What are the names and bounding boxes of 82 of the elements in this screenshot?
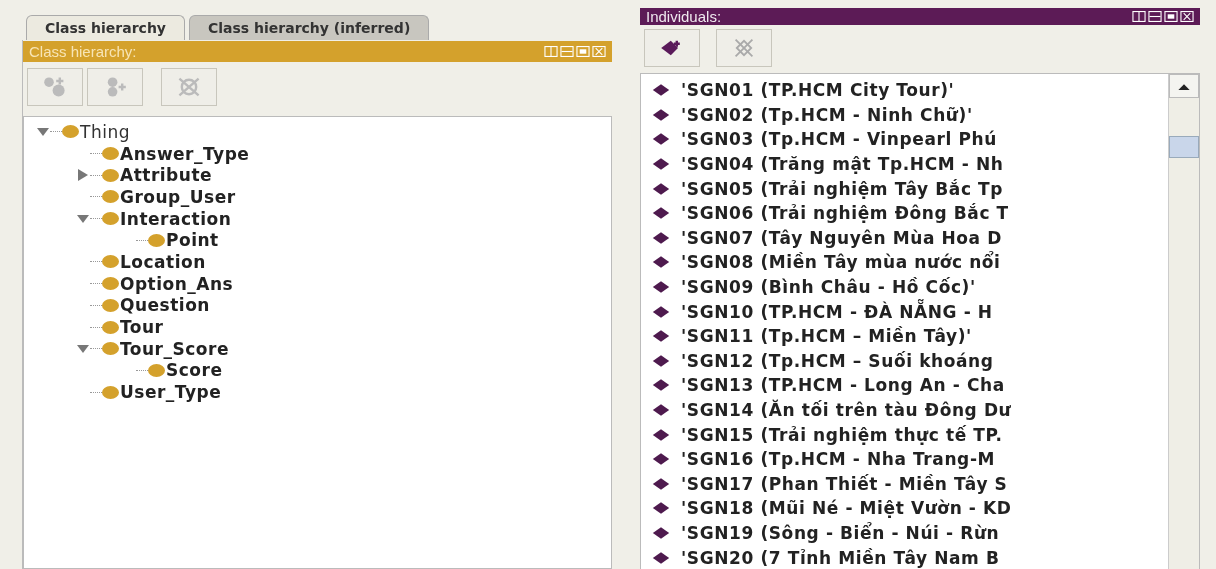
individual-label[interactable]: 'SGN11 (Tp.HCM – Miền Tây)' <box>681 326 972 347</box>
individual-icon <box>651 550 671 565</box>
scroll-up-button[interactable] <box>1169 74 1199 98</box>
class-icon <box>148 363 165 377</box>
collapse-arrow-icon[interactable] <box>36 125 50 138</box>
individual-label[interactable]: 'SGN08 (Miền Tây mùa nước nổi <box>681 252 1001 273</box>
class-icon <box>102 342 119 356</box>
individual-icon <box>651 255 671 270</box>
individual-icon <box>651 206 671 221</box>
class-label[interactable]: Tour <box>119 317 164 338</box>
individual-label[interactable]: 'SGN16 (Tp.HCM - Nha Trang-M <box>681 449 996 470</box>
individual-label[interactable]: 'SGN18 (Mũi Né - Miệt Vườn - KD <box>681 498 1012 519</box>
class-label[interactable]: Tour_Score <box>119 338 229 359</box>
individual-label[interactable]: 'SGN03 (Tp.HCM - Vinpearl Phú <box>681 129 997 150</box>
individual-icon <box>651 353 671 368</box>
class-icon <box>102 255 119 269</box>
class-label[interactable]: Question <box>119 295 210 316</box>
class-label[interactable]: Point <box>165 230 219 251</box>
class-icon <box>102 190 119 204</box>
individual-label[interactable]: 'SGN05 (Trải nghiệm Tây Bắc Tp <box>681 178 1004 199</box>
tab[interactable]: Class hierarchy (inferred) <box>188 15 430 40</box>
maximize-icon[interactable] <box>1164 11 1178 22</box>
tab[interactable]: Class hierarchy <box>26 15 185 40</box>
individual-label[interactable]: 'SGN19 (Sông - Biển - Núi - Rừn <box>681 523 1000 543</box>
scroll-thumb[interactable] <box>1169 136 1199 158</box>
individual-icon <box>651 107 671 122</box>
individual-label[interactable]: 'SGN12 (Tp.HCM – Suối khoáng <box>681 350 994 371</box>
individual-icon <box>651 157 671 172</box>
individual-icon <box>651 304 671 319</box>
individual-icon <box>651 403 671 417</box>
individual-icon <box>651 452 671 467</box>
individual-label[interactable]: 'SGN13 (TP.HCM - Long An - Cha <box>681 375 1005 396</box>
class-label[interactable]: Score <box>165 360 223 381</box>
individual-label[interactable]: 'SGN20 (7 Tỉnh Miền Tây Nam B <box>681 547 1000 568</box>
individual-label[interactable]: 'SGN09 (Bình Châu - Hồ Cốc)' <box>681 277 976 298</box>
individual-label[interactable]: 'SGN15 (Trải nghiệm thực tế TP. <box>681 424 1003 445</box>
individual-label[interactable]: 'SGN10 (TP.HCM - ĐÀ NẴNG - H <box>681 301 993 322</box>
individual-label[interactable]: 'SGN07 (Tây Nguyên Mùa Hoa D <box>681 227 1002 248</box>
class-icon <box>102 168 119 182</box>
individual-label[interactable]: 'SGN17 (Phan Thiết - Miền Tây S <box>681 473 1008 494</box>
individual-icon <box>651 280 671 295</box>
individual-icon <box>651 83 671 98</box>
add-individual-button[interactable] <box>644 29 700 67</box>
class-label[interactable]: Option_Ans <box>119 273 234 294</box>
individual-icon <box>651 230 671 245</box>
collapse-arrow-icon[interactable] <box>76 212 90 225</box>
split-horizontal-icon[interactable] <box>1148 11 1162 22</box>
class-icon <box>102 147 119 161</box>
individual-icon <box>651 329 671 344</box>
individual-label[interactable]: 'SGN04 (Trăng mật Tp.HCM - Nh <box>681 154 1004 175</box>
expand-arrow-icon[interactable] <box>76 169 90 182</box>
individual-icon <box>651 476 671 491</box>
close-icon[interactable] <box>1180 11 1194 22</box>
class-icon <box>102 212 119 226</box>
split-vertical-icon[interactable] <box>1132 11 1146 22</box>
class-label[interactable]: Attribute <box>119 165 213 186</box>
panel-title: Class hierarchy: <box>29 43 137 60</box>
class-icon <box>102 320 119 334</box>
class-label[interactable]: Thing <box>79 121 130 142</box>
class-label[interactable]: Answer_Type <box>119 143 250 164</box>
collapse-arrow-icon[interactable] <box>76 342 90 355</box>
scrollbar[interactable] <box>1168 74 1199 569</box>
individual-icon <box>651 378 671 393</box>
individual-icon <box>651 132 671 147</box>
individual-icon <box>651 526 671 540</box>
individual-icon <box>651 501 671 516</box>
individual-label[interactable]: 'SGN01 (TP.HCM City Tour)' <box>681 80 955 101</box>
class-icon <box>102 298 119 312</box>
class-label[interactable]: User_Type <box>119 382 222 403</box>
class-label[interactable]: Interaction <box>119 208 232 229</box>
class-icon <box>62 125 79 139</box>
class-label[interactable]: Location <box>119 251 206 272</box>
individual-label[interactable]: 'SGN06 (Trải nghiệm Đông Bắc T <box>681 203 1009 224</box>
individual-label[interactable]: 'SGN02 (Tp.HCM - Ninh Chữ)' <box>681 104 973 125</box>
panel-title: Individuals: <box>646 8 722 25</box>
class-icon <box>102 385 119 399</box>
class-label[interactable]: Group_User <box>119 186 236 207</box>
class-icon <box>148 233 165 247</box>
class-icon <box>102 277 119 291</box>
individual-icon <box>651 181 671 196</box>
individual-icon <box>651 427 671 442</box>
individual-label[interactable]: 'SGN14 (Ăn tối trên tàu Đông Dư <box>681 400 1012 420</box>
